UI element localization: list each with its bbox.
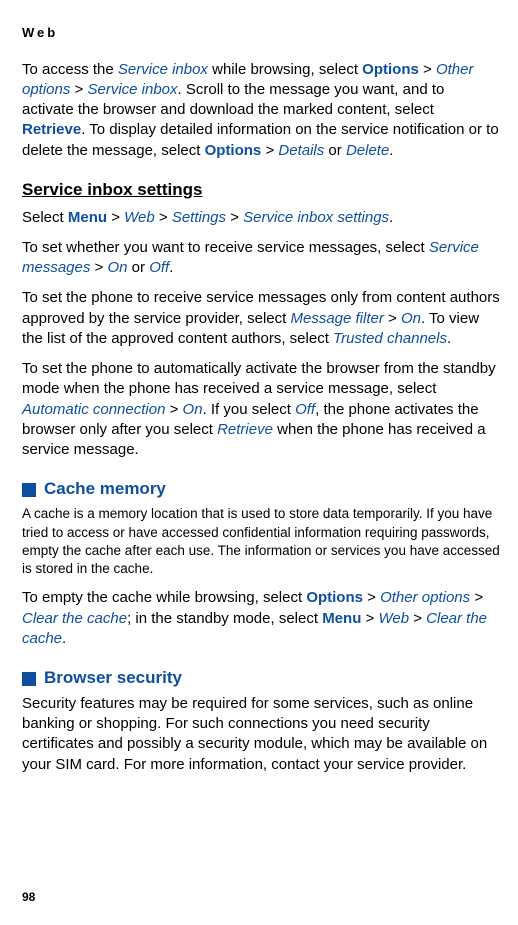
link-service-inbox-2: Service inbox (87, 81, 177, 98)
square-icon (22, 483, 36, 497)
text: . (447, 330, 451, 347)
link-message-filter: Message filter (290, 310, 383, 327)
text: > (363, 589, 380, 606)
link-delete: Delete (346, 142, 389, 159)
text: . (389, 209, 393, 226)
link-options-2: Options (205, 142, 262, 159)
text: > (409, 610, 426, 627)
link-on: On (183, 401, 203, 418)
text: > (361, 610, 378, 627)
heading-service-inbox-settings: Service inbox settings (22, 179, 500, 202)
text: To empty the cache while browsing, selec… (22, 589, 306, 606)
link-web: Web (378, 610, 409, 627)
link-trusted-channels: Trusted channels (333, 330, 447, 347)
text: To set the phone to automatically activa… (22, 360, 496, 397)
text: > (419, 61, 436, 78)
text: ; in the standby mode, select (127, 610, 322, 627)
paragraph-empty-cache: To empty the cache while browsing, selec… (22, 588, 500, 649)
link-other-options: Other options (380, 589, 470, 606)
link-retrieve: Retrieve (22, 121, 81, 138)
link-menu: Menu (322, 610, 361, 627)
link-off: Off (295, 401, 315, 418)
paragraph-access-service-inbox: To access the Service inbox while browsi… (22, 60, 500, 161)
link-automatic-connection: Automatic connection (22, 401, 165, 418)
link-on: On (107, 259, 127, 276)
text: . (62, 630, 66, 647)
text: > (384, 310, 401, 327)
text: Select (22, 209, 68, 226)
heading-text: Cache memory (44, 478, 166, 501)
link-details: Details (278, 142, 324, 159)
link-options: Options (362, 61, 419, 78)
square-icon (22, 672, 36, 686)
link-retrieve: Retrieve (217, 421, 273, 438)
text: > (261, 142, 278, 159)
text: > (155, 209, 172, 226)
heading-browser-security: Browser security (22, 667, 500, 690)
link-service-inbox-settings: Service inbox settings (243, 209, 389, 226)
link-settings: Settings (172, 209, 226, 226)
text: . (389, 142, 393, 159)
text: > (226, 209, 243, 226)
page-header: Web (22, 24, 500, 42)
text: while browsing, select (208, 61, 362, 78)
link-off: Off (149, 259, 169, 276)
paragraph-automatic-connection: To set the phone to automatically activa… (22, 359, 500, 460)
link-on: On (401, 310, 421, 327)
paragraph-message-filter: To set the phone to receive service mess… (22, 288, 500, 349)
text: or (324, 142, 346, 159)
link-options: Options (306, 589, 363, 606)
paragraph-cache-description: A cache is a memory location that is use… (22, 505, 500, 578)
text: > (70, 81, 87, 98)
link-menu: Menu (68, 209, 107, 226)
text: . (169, 259, 173, 276)
text: or (128, 259, 150, 276)
paragraph-receive-messages: To set whether you want to receive servi… (22, 238, 500, 279)
text: To set whether you want to receive servi… (22, 239, 429, 256)
text: > (470, 589, 483, 606)
text: . If you select (203, 401, 296, 418)
link-service-inbox: Service inbox (118, 61, 208, 78)
text: To access the (22, 61, 118, 78)
page-number: 98 (22, 889, 35, 905)
text: > (165, 401, 182, 418)
link-clear-the-cache: Clear the cache (22, 610, 127, 627)
paragraph-browser-security: Security features may be required for so… (22, 694, 500, 775)
text: > (107, 209, 124, 226)
paragraph-select-menu-path: Select Menu > Web > Settings > Service i… (22, 208, 500, 228)
text: > (90, 259, 107, 276)
heading-cache-memory: Cache memory (22, 478, 500, 501)
link-web: Web (124, 209, 155, 226)
heading-text: Browser security (44, 667, 182, 690)
